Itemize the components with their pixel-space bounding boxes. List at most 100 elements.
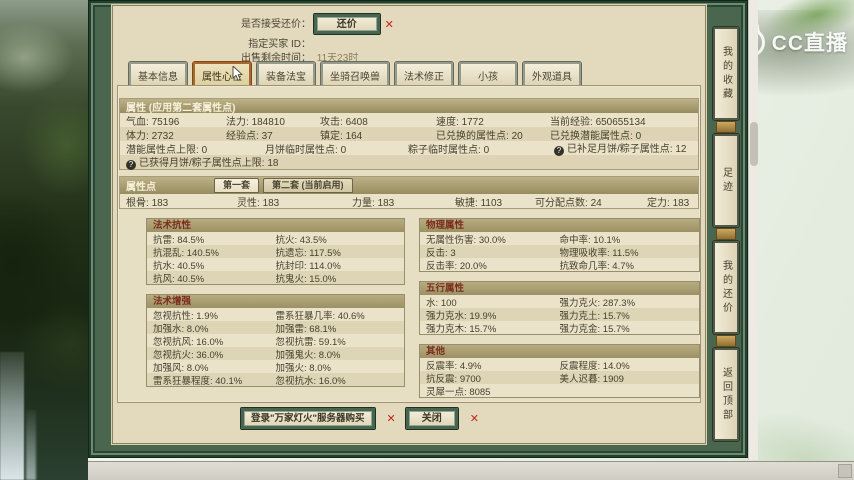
stat-cell: 雷系狂暴程度: 40.1% bbox=[153, 373, 276, 387]
counter-offer-button[interactable]: 还价 bbox=[314, 14, 380, 34]
stat-cell: 抗水: 40.5% bbox=[153, 258, 276, 272]
side-nav: 我的收藏足迹我的还价返回顶部 bbox=[710, 27, 742, 441]
stat-value: 183 bbox=[263, 198, 280, 209]
stat-box-row: 抗水: 40.5%抗封印: 114.0% bbox=[147, 258, 404, 271]
stat-cell: 攻击: 6408 bbox=[320, 113, 436, 128]
attribute-points-section: 属性点 第一套第二套 (当前启用) 根骨: 183灵性: 183力量: 183敏… bbox=[119, 176, 699, 209]
attribute-points-row: 根骨: 183灵性: 183力量: 183敏捷: 1103可分配点数: 24定力… bbox=[120, 194, 698, 208]
stat-box-row: 加强风: 8.0%加强火: 8.0% bbox=[147, 360, 404, 373]
side-nav-3[interactable]: 我的还价 bbox=[713, 241, 739, 334]
attribute-row: 气血: 75196法力: 184810攻击: 6408速度: 1772当前经验:… bbox=[120, 113, 698, 127]
stat-cell: 强力克水: 19.9% bbox=[426, 308, 559, 322]
stat-boxes-grid: 法术抗性抗雷: 84.5%抗火: 43.5%抗混乱: 140.5%抗遗忘: 11… bbox=[146, 218, 700, 407]
stat-cell: 抗雷: 84.5% bbox=[153, 232, 276, 246]
stat-cell: 已兑换的属性点: 20 bbox=[436, 127, 550, 142]
stat-value: 183 bbox=[673, 198, 690, 209]
stat-cell: 忽视抗风: 16.0% bbox=[153, 334, 276, 348]
attributes-tab-panel: 属性 (应用第二套属性点) 气血: 75196法力: 184810攻击: 640… bbox=[117, 85, 701, 403]
stat-cell: 加强水: 8.0% bbox=[153, 321, 276, 335]
stat-cell: 抗遗忘: 117.5% bbox=[276, 245, 399, 259]
stat-cell: 美人迟暮: 1909 bbox=[560, 371, 693, 385]
stat-cell: 加强火: 8.0% bbox=[276, 360, 399, 374]
stat-box-row: 加强水: 8.0%加强雷: 68.1% bbox=[147, 321, 404, 334]
stat-cell: ?已获得月饼/粽子属性点上限: 18 bbox=[126, 154, 692, 170]
question-icon[interactable]: ? bbox=[126, 160, 136, 170]
stat-value: 24 bbox=[591, 198, 602, 209]
stat-box-title: 法术增强 bbox=[147, 295, 404, 308]
stat-box-row: 抗风: 40.5%抗鬼火: 15.0% bbox=[147, 271, 404, 284]
stat-box-title: 法术抗性 bbox=[147, 219, 404, 232]
stat-cell: 强力克金: 15.7% bbox=[560, 321, 693, 335]
stat-label: 已获得月饼/粽子属性点上限: bbox=[139, 158, 267, 169]
stat-cell: 强力克土: 15.7% bbox=[560, 308, 693, 322]
stat-box-title: 其他 bbox=[420, 345, 699, 358]
stat-value: 18 bbox=[267, 158, 278, 169]
stat-cell: 气血: 75196 bbox=[126, 113, 226, 128]
stat-label: 定力: bbox=[647, 198, 673, 209]
scrollbar-thumb[interactable] bbox=[750, 122, 758, 166]
stat-cell: 抗混乱: 140.5% bbox=[153, 245, 276, 259]
stat-box-row: 抗反震: 9700美人迟暮: 1909 bbox=[420, 371, 699, 384]
stat-boxes-left-column: 法术抗性抗雷: 84.5%抗火: 43.5%抗混乱: 140.5%抗遗忘: 11… bbox=[146, 218, 405, 407]
stat-box-title: 物理属性 bbox=[420, 219, 699, 232]
red-mark-icon: ✕ bbox=[470, 412, 479, 425]
stat-box-row: 忽视抗风: 16.0%忽视抗雷: 59.1% bbox=[147, 334, 404, 347]
side-nav-1[interactable]: 我的收藏 bbox=[713, 27, 739, 120]
resize-grip[interactable] bbox=[838, 464, 852, 478]
login-server-buy-button[interactable]: 登录"万家灯火"服务器购买 bbox=[241, 408, 375, 429]
point-set-tab-2[interactable]: 第二套 (当前启用) bbox=[263, 178, 353, 193]
stat-cell: 忽视抗水: 16.0% bbox=[276, 373, 399, 387]
stat-cell: 定力: 183 bbox=[647, 194, 692, 209]
stat-box-row: 水: 100强力克火: 287.3% bbox=[420, 295, 699, 308]
stat-cell: 雷系狂暴几率: 40.6% bbox=[276, 308, 399, 322]
side-nav-2[interactable]: 足迹 bbox=[713, 134, 739, 227]
stat-cell: 抗封印: 114.0% bbox=[276, 258, 399, 272]
stat-cell: 敏捷: 1103 bbox=[455, 194, 535, 209]
stat-label: 敏捷: bbox=[455, 198, 481, 209]
stat-box-row: 无属性伤害: 30.0%命中率: 10.1% bbox=[420, 232, 699, 245]
stat-box-title: 五行属性 bbox=[420, 282, 699, 295]
stat-label: 灵性: bbox=[237, 198, 263, 209]
knot-divider bbox=[716, 228, 736, 240]
stat-cell: 强力克木: 15.7% bbox=[426, 321, 559, 335]
red-mark-icon: ✕ bbox=[385, 19, 394, 31]
stat-cell: 当前经验: 650655134 bbox=[550, 113, 692, 128]
stat-label: 力量: bbox=[352, 198, 378, 209]
point-set-tabs: 第一套第二套 (当前启用) bbox=[214, 178, 357, 193]
stat-cell: 忽视抗性: 1.9% bbox=[153, 308, 276, 322]
buyer-id-row: 指定买家 ID： bbox=[215, 35, 314, 50]
stat-boxes-right-column: 物理属性无属性伤害: 30.0%命中率: 10.1%反击: 3物理吸收率: 11… bbox=[419, 218, 700, 407]
stat-cell: 无属性伤害: 30.0% bbox=[426, 232, 559, 246]
stat-cell: 强力克火: 287.3% bbox=[560, 295, 693, 309]
stat-label: 可分配点数: bbox=[535, 198, 591, 209]
stat-cell: 加强风: 8.0% bbox=[153, 360, 276, 374]
stat-box-row: 忽视抗性: 1.9%雷系狂暴几率: 40.6% bbox=[147, 308, 404, 321]
knot-divider bbox=[716, 335, 736, 347]
stat-cell: 反击: 3 bbox=[426, 245, 559, 259]
stat-cell: 反击率: 20.0% bbox=[426, 258, 559, 272]
stat-cell: 反震程度: 14.0% bbox=[560, 358, 693, 372]
stat-cell: 抗火: 43.5% bbox=[276, 232, 399, 246]
stat-box-row: 强力克木: 15.7%强力克金: 15.7% bbox=[420, 321, 699, 334]
stat-box-row: 强力克水: 19.9%强力克土: 15.7% bbox=[420, 308, 699, 321]
attribute-points-title: 属性点 bbox=[126, 178, 214, 193]
stat-box: 法术增强忽视抗性: 1.9%雷系狂暴几率: 40.6%加强水: 8.0%加强雷:… bbox=[146, 294, 405, 387]
mouse-cursor-icon bbox=[230, 66, 243, 85]
stat-cell: 加强鬼火: 8.0% bbox=[276, 347, 399, 361]
stat-cell: 命中率: 10.1% bbox=[560, 232, 693, 246]
accept-counter-offer-label: 是否接受还价： bbox=[215, 15, 311, 30]
stat-cell: 灵性: 183 bbox=[237, 194, 352, 209]
stat-label: 根骨: bbox=[126, 198, 152, 209]
stat-value: 1103 bbox=[481, 198, 503, 209]
close-button[interactable]: 关闭 bbox=[406, 408, 458, 429]
stat-box-row: 抗雷: 84.5%抗火: 43.5% bbox=[147, 232, 404, 245]
side-nav-4[interactable]: 返回顶部 bbox=[713, 348, 739, 441]
screen: CC直播 是否接受还价： 还价 ✕ 指定买家 ID： 出售剩余时间： 11天23… bbox=[0, 0, 854, 480]
stat-box: 法术抗性抗雷: 84.5%抗火: 43.5%抗混乱: 140.5%抗遗忘: 11… bbox=[146, 218, 405, 285]
point-set-tab-1[interactable]: 第一套 bbox=[214, 178, 259, 193]
stat-box: 五行属性水: 100强力克火: 287.3%强力克水: 19.9%强力克土: 1… bbox=[419, 281, 700, 335]
stat-cell: 灵犀一点: 8085 bbox=[426, 384, 559, 398]
stat-cell: 可分配点数: 24 bbox=[535, 194, 647, 209]
page-scrollbar[interactable] bbox=[748, 0, 758, 460]
stat-cell: 经验点: 37 bbox=[226, 127, 320, 142]
